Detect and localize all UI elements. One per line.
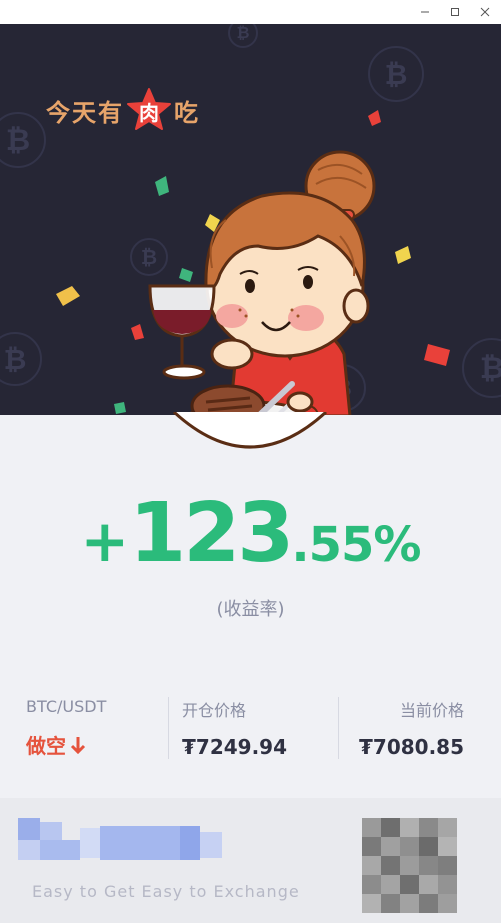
open-price-value: ₮7249.94: [182, 735, 288, 759]
app-window: ₿ ₿ ₿ ₿ ₿ ₿ ₿ 今天有 肉 吃: [0, 0, 501, 923]
open-price-label: 开仓价格: [182, 701, 247, 720]
direction-label: 做空: [26, 734, 66, 758]
close-icon[interactable]: [476, 3, 494, 21]
current-price-block: 当前价格 ₮7080.85: [340, 697, 464, 762]
direction-badge: 做空: [26, 730, 166, 759]
profit-rate: +123.55%: [0, 486, 501, 581]
profit-rate-label: (收益率): [216, 599, 285, 620]
divider: [168, 697, 169, 759]
open-price-block: 开仓价格 ₮7249.94: [182, 697, 332, 762]
minimize-icon[interactable]: [416, 3, 434, 21]
current-price-label: 当前价格: [399, 701, 464, 720]
girl-eating-steak-illustration: [148, 150, 376, 415]
current-price-value: ₮7080.85: [358, 735, 464, 759]
profit-sign: +: [80, 507, 130, 575]
profit-decimal: .55%: [291, 517, 421, 573]
title-bar: [0, 0, 501, 24]
plate-rim: [172, 412, 328, 449]
trading-pair: BTC/USDT: [26, 697, 107, 716]
qr-code-blurred: [362, 818, 460, 916]
footer: Easy to Get Easy to Exchange: [0, 798, 501, 923]
maximize-icon[interactable]: [446, 3, 464, 21]
pair-block: BTC/USDT 做空: [26, 697, 166, 762]
tagline: Easy to Get Easy to Exchange: [32, 882, 300, 901]
divider: [338, 697, 339, 759]
profit-integer: 123: [129, 486, 294, 581]
brand-logo-blurred: [18, 818, 222, 862]
hero-banner: ₿ ₿ ₿ ₿ ₿ ₿ ₿ 今天有 肉 吃: [0, 24, 501, 415]
arrow-down-icon: [70, 736, 86, 754]
